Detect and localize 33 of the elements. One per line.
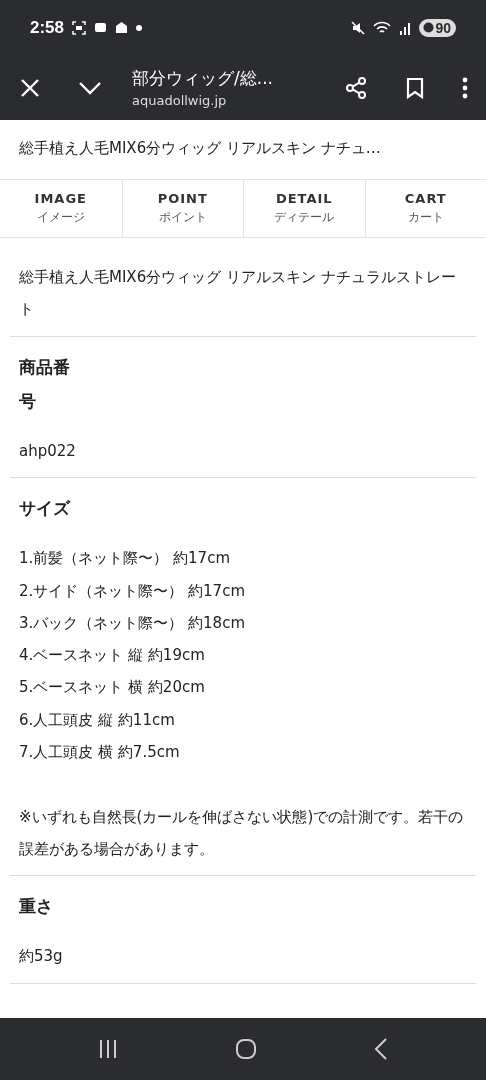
home-icon <box>235 1038 257 1060</box>
url-text: aquadollwig.jp <box>132 93 228 108</box>
battery-indicator: 90 <box>419 18 456 37</box>
app-icon <box>94 21 108 34</box>
dot-icon <box>136 24 143 31</box>
spec-label: サイズ <box>19 497 72 521</box>
more-icon <box>462 76 468 99</box>
clock: 2:58 <box>30 17 65 38</box>
page-title: 部分ウィッグ/総... <box>132 67 274 90</box>
spec-value: 6.人工頭皮 縦 約11cm <box>19 709 176 731</box>
recents-icon <box>98 1039 119 1059</box>
spec-note: ※いずれも自然長(カールを伸ばさない状態)での計測です。若干の誤差がある場合があります。 <box>19 807 465 861</box>
spec-value: 2.サイド（ネット際〜） 約17cm <box>19 580 247 602</box>
spec-value: 7.人工頭皮 横 約7.5cm <box>19 742 181 764</box>
chevron-down-icon <box>78 80 102 95</box>
bookmark-icon <box>406 76 424 99</box>
spec-value: 4.ベースネット 縦 約19cm <box>19 645 206 667</box>
wifi-icon <box>373 20 392 35</box>
spec-value: 3.バック（ネット際〜） 約18cm <box>19 612 247 634</box>
spec-label: 重さ <box>19 895 54 919</box>
share-icon <box>344 75 368 100</box>
spec-value: ahp022 <box>19 441 77 462</box>
signal-icon <box>399 20 412 35</box>
product-title: 総手植え人毛MIX6分ウィッグ リアルスキン ナチュ… <box>18 138 382 159</box>
back-icon <box>373 1038 388 1060</box>
spec-value: 約53g <box>19 946 64 968</box>
spec-label: 商品番号 <box>19 356 71 413</box>
screenshot-icon <box>72 20 87 35</box>
spec-value: 5.ベースネット 横 約20cm <box>19 677 206 699</box>
product-name: 総手植え人毛MIX6分ウィッグ リアルスキン ナチュラルストレート <box>10 238 476 337</box>
spec-value: 1.前髪（ネット際〜） 約17cm <box>19 548 232 570</box>
close-icon <box>20 77 40 98</box>
mute-icon <box>351 20 366 35</box>
